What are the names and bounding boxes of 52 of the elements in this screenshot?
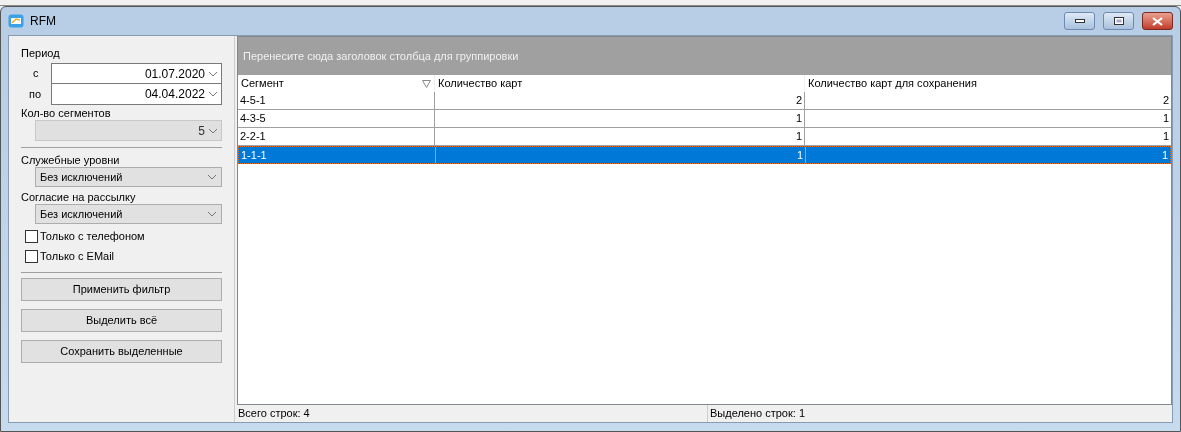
table-cell-text: 2-2-1: [239, 129, 267, 145]
chevron-down-icon: [208, 91, 218, 97]
table-cell: 1: [804, 110, 1171, 127]
table-row[interactable]: 1-1-1 1 1: [238, 146, 1171, 164]
close-button[interactable]: [1142, 12, 1173, 30]
segments-label: Кол-во сегментов: [21, 106, 112, 120]
window-title: RFM: [30, 13, 56, 30]
status-selected: Выделено строк: 1: [707, 405, 805, 422]
table-cell: 1: [805, 147, 1170, 163]
filter-icon[interactable]: [422, 79, 431, 88]
app-icon: [8, 13, 24, 29]
minimize-icon: [1074, 19, 1085, 23]
period-label: Период: [21, 46, 61, 60]
table-cell: 1: [434, 110, 804, 127]
table-cell-text: 4-3-5: [239, 111, 267, 127]
from-label: с: [32, 66, 40, 82]
service-levels-label: Служебные уровни: [21, 153, 121, 167]
chevron-down-icon: [208, 127, 218, 134]
column-header[interactable]: Сегмент: [238, 75, 434, 92]
maximize-icon: [1113, 17, 1124, 25]
status-total: Всего строк: 4: [237, 406, 311, 422]
table-cell-text: 1-1-1: [240, 147, 268, 163]
action-button[interactable]: Применить фильтр: [21, 278, 222, 301]
checkbox-label: Только с телефоном: [40, 228, 145, 244]
chevron-down-icon: [207, 211, 217, 217]
column-header[interactable]: Количество карт для сохранения: [804, 75, 1171, 92]
service-levels-dropdown[interactable]: Без исключений: [35, 167, 222, 187]
table-row[interactable]: 4-5-1 2 2: [238, 92, 1171, 110]
table-cell: 1: [804, 128, 1171, 145]
group-panel: Перенесите сюда заголовок столбца для группировки: [238, 37, 1171, 75]
close-icon: [1152, 16, 1163, 26]
table-cell: 1: [435, 147, 805, 163]
table-cell: 2: [434, 92, 804, 109]
chevron-down-icon: [208, 70, 218, 77]
table-row[interactable]: 4-3-5 1 1: [238, 110, 1171, 128]
chevron-down-icon: [207, 174, 217, 180]
to-date-field[interactable]: 04.04.2022: [51, 84, 222, 105]
column-header[interactable]: Количество карт: [434, 75, 804, 92]
action-button[interactable]: Сохранить выделенные: [21, 340, 222, 363]
consent-dropdown[interactable]: Без исключений: [35, 204, 222, 224]
maximize-button[interactable]: [1103, 12, 1134, 30]
table-cell: 2: [804, 92, 1171, 109]
consent-label: Согласие на рассылку: [21, 190, 137, 204]
to-label: по: [28, 87, 43, 103]
checkbox[interactable]: [25, 229, 38, 243]
from-date-field[interactable]: 01.07.2020: [51, 63, 222, 84]
checkbox-label: Только с EMail: [40, 248, 115, 264]
action-button[interactable]: Выделить всё: [21, 309, 222, 332]
table-cell: 1: [434, 128, 804, 145]
minimize-button[interactable]: [1064, 12, 1095, 30]
table-cell-text: 4-5-1: [239, 93, 267, 109]
checkbox[interactable]: [25, 249, 38, 263]
